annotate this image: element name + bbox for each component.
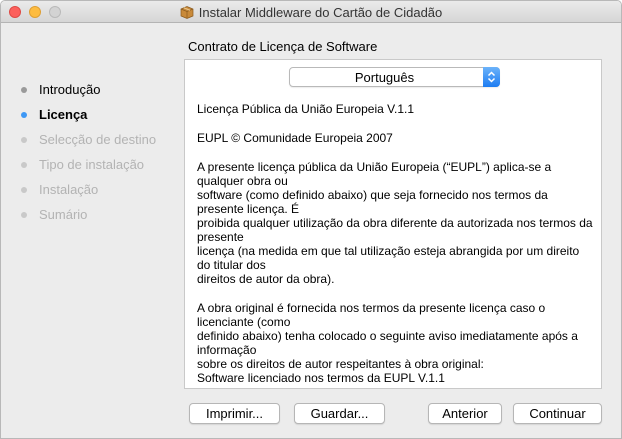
step-label: Sumário [39,207,88,222]
title-bar[interactable]: Instalar Middleware do Cartão de Cidadão [1,1,621,23]
package-icon [180,5,194,19]
step-bullet-icon [21,137,27,143]
step-item: Tipo de instalação [21,157,171,173]
back-button[interactable]: Anterior [428,403,502,424]
license-paragraph: A presente licença pública da União Euro… [197,160,593,286]
step-bullet-icon [21,87,27,93]
step-bullet-icon [21,162,27,168]
installer-window: Instalar Middleware do Cartão de Cidadão… [0,0,622,439]
step-item: Sumário [21,207,171,223]
license-panel: Português Licença Pública da União Europ… [184,59,602,389]
step-bullet-icon [21,187,27,193]
language-select[interactable]: Português [289,67,500,87]
step-label: Tipo de instalação [39,157,145,172]
step-label: Instalação [39,182,99,197]
step-bullet-icon [21,112,27,118]
window-title: Instalar Middleware do Cartão de Cidadão [198,4,443,20]
step-item: Licença [21,107,171,123]
step-bullet-icon [21,212,27,218]
license-paragraph: Licença Pública da União Europeia V.1.1 [197,102,415,116]
step-label: Introdução [39,82,101,97]
step-label: Licença [39,107,88,122]
window-title-group: Instalar Middleware do Cartão de Cidadão [1,1,621,23]
pane-title: Contrato de Licença de Software [188,39,378,54]
language-select-value: Português [354,70,415,85]
step-item: Selecção de destino [21,132,171,148]
up-down-chevrons-icon[interactable] [483,67,500,87]
installer-steps-sidebar: Introdução Licença Selecção de destino Tipo… [21,82,171,232]
step-item: Introdução [21,82,171,98]
license-paragraph: A obra original é fornecida nos termos d… [197,301,578,385]
step-label: Selecção de destino [39,132,157,147]
print-button[interactable]: Imprimir... [189,403,280,424]
continue-button[interactable]: Continuar [513,403,602,424]
license-text[interactable]: Licença Pública da União Europeia V.1.1 E… [197,102,593,388]
step-item: Instalação [21,182,171,198]
save-button[interactable]: Guardar... [294,403,385,424]
license-paragraph: EUPL © Comunidade Europeia 2007 [197,131,393,145]
